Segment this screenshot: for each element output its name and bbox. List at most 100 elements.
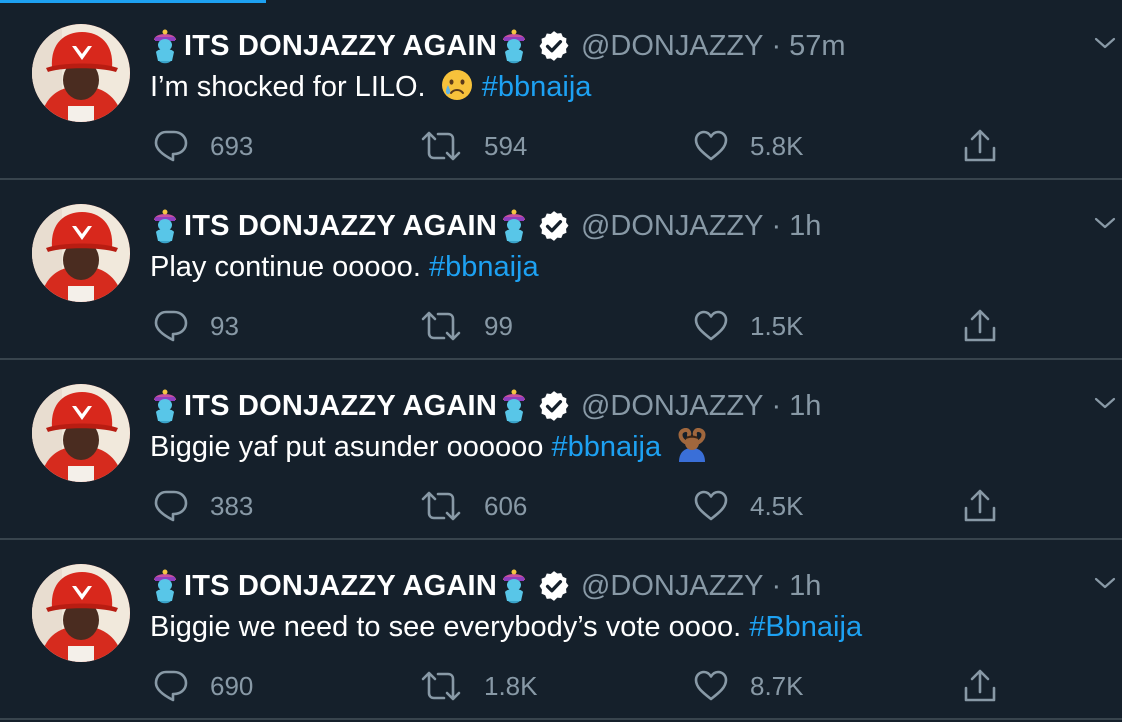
avatar[interactable]: [32, 384, 130, 482]
tweet-header: ITS DONJAZZY AGAIN @DONJAZZY ·: [150, 26, 1062, 66]
user-handle[interactable]: @DONJAZZY: [581, 570, 764, 603]
timestamp[interactable]: 57m: [789, 30, 845, 63]
hashtag-link[interactable]: #Bbnaija: [749, 611, 862, 643]
hashtag-link[interactable]: #bbnaija: [551, 431, 661, 463]
like-button[interactable]: 4.5K: [694, 486, 804, 526]
share-button[interactable]: [962, 306, 1020, 346]
retweet-count: 594: [484, 130, 528, 161]
hashtag-link[interactable]: #bbnaija: [482, 71, 592, 103]
hashtag-link[interactable]: #bbnaija: [429, 251, 539, 283]
genie-icon: [499, 388, 529, 424]
timestamp[interactable]: 1h: [789, 210, 821, 243]
genie-icon: [499, 28, 529, 64]
user-handle[interactable]: @DONJAZZY: [581, 30, 764, 63]
share-icon: [964, 309, 996, 342]
heart-icon: [694, 490, 728, 521]
retweet-count: 99: [484, 310, 513, 341]
display-name[interactable]: ITS DONJAZZY AGAIN: [184, 210, 497, 243]
tweet-text: Play continue ooooo. #bbnaija: [150, 246, 1062, 288]
like-count: 4.5K: [750, 490, 804, 521]
display-name[interactable]: ITS DONJAZZY AGAIN: [184, 390, 497, 423]
reply-icon: [154, 670, 188, 702]
like-button[interactable]: 8.7K: [694, 666, 804, 706]
genie-icon: [150, 388, 180, 424]
retweet-button[interactable]: 1.8K: [420, 666, 538, 706]
share-icon: [964, 489, 996, 522]
separator-dot: ·: [771, 389, 782, 422]
share-button[interactable]: [962, 126, 1020, 166]
reply-button[interactable]: 693: [152, 126, 253, 166]
tweet-actions: 690 1.8K 8.7K: [150, 658, 1010, 714]
crying-face-icon: [441, 70, 472, 100]
reply-icon: [154, 130, 188, 162]
reply-icon: [154, 490, 188, 522]
timestamp[interactable]: 1h: [789, 390, 821, 423]
genie-icon: [150, 28, 180, 64]
chevron-down-icon[interactable]: [1094, 216, 1116, 230]
separator-dot: ·: [771, 569, 782, 602]
share-icon: [964, 129, 996, 162]
heart-icon: [694, 130, 728, 161]
avatar[interactable]: [32, 24, 130, 122]
separator-dot: ·: [771, 29, 782, 62]
reply-count: 93: [210, 310, 239, 341]
retweet-icon: [421, 491, 461, 521]
reply-icon: [154, 310, 188, 342]
like-count: 8.7K: [750, 670, 804, 701]
display-name[interactable]: ITS DONJAZZY AGAIN: [184, 570, 497, 603]
reply-button[interactable]: 93: [152, 306, 239, 346]
chevron-down-icon[interactable]: [1094, 36, 1116, 50]
verified-badge-icon: [537, 29, 571, 63]
reply-count: 690: [210, 670, 254, 701]
tweet-body-text: Play continue ooooo.: [150, 251, 429, 283]
chevron-down-icon[interactable]: [1094, 396, 1116, 410]
reply-button[interactable]: 690: [152, 666, 253, 706]
reply-button[interactable]: 383: [152, 486, 253, 526]
retweet-button[interactable]: 99: [420, 306, 513, 346]
share-button[interactable]: [962, 666, 1020, 706]
genie-icon: [150, 568, 180, 604]
tweet-actions: 93 99 1.5K: [150, 298, 1010, 354]
retweet-button[interactable]: 606: [420, 486, 527, 526]
tweet-header: ITS DONJAZZY AGAIN @DONJAZZY ·: [150, 206, 1062, 246]
retweet-count: 606: [484, 490, 528, 521]
tweet-actions: 383 606 4.5K: [150, 478, 1010, 534]
share-button[interactable]: [962, 486, 1020, 526]
like-button[interactable]: 1.5K: [694, 306, 804, 346]
user-handle[interactable]: @DONJAZZY: [581, 390, 764, 423]
timestamp[interactable]: 1h: [789, 570, 821, 603]
heart-icon: [694, 670, 728, 701]
tweet-text: I’m shocked for LILO. #bbnaija: [150, 66, 1062, 108]
avatar[interactable]: [32, 204, 130, 302]
tweet[interactable]: ITS DONJAZZY AGAIN @DONJAZZY ·: [0, 180, 1122, 360]
user-handle[interactable]: @DONJAZZY: [581, 210, 764, 243]
tweet[interactable]: ITS DONJAZZY AGAIN @DONJAZZY ·: [0, 0, 1122, 180]
reply-count: 383: [210, 490, 254, 521]
heart-icon: [694, 310, 728, 341]
retweet-icon: [421, 671, 461, 701]
tweet[interactable]: ITS DONJAZZY AGAIN @DONJAZZY ·: [0, 360, 1122, 540]
retweet-button[interactable]: 594: [420, 126, 527, 166]
verified-badge-icon: [537, 209, 571, 243]
retweet-icon: [421, 311, 461, 341]
tweet-header: ITS DONJAZZY AGAIN @DONJAZZY ·: [150, 566, 1062, 606]
genie-icon: [499, 208, 529, 244]
tweet-actions: 693 594 5.8K: [150, 118, 1010, 174]
chevron-down-icon[interactable]: [1094, 576, 1116, 590]
like-count: 1.5K: [750, 310, 804, 341]
retweet-icon: [421, 131, 461, 161]
genie-icon: [499, 568, 529, 604]
tweet-text: Biggie we need to see everybody’s vote o…: [150, 606, 1062, 648]
reply-count: 693: [210, 130, 254, 161]
timeline-feed[interactable]: ITS DONJAZZY AGAIN @DONJAZZY · 57m I’m s…: [0, 0, 1122, 720]
display-name[interactable]: ITS DONJAZZY AGAIN: [184, 30, 497, 63]
like-count: 5.8K: [750, 130, 804, 161]
like-button[interactable]: 5.8K: [694, 126, 804, 166]
genie-icon: [150, 208, 180, 244]
person-gesturing-ok-icon: [678, 428, 706, 462]
share-icon: [964, 669, 996, 702]
tweet[interactable]: ITS DONJAZZY AGAIN @DONJAZZY ·: [0, 540, 1122, 720]
tweet-body-text: Biggie we need to see everybody’s vote o…: [150, 611, 750, 643]
avatar[interactable]: [32, 564, 130, 662]
tweet-header: ITS DONJAZZY AGAIN @DONJAZZY ·: [150, 386, 1062, 426]
